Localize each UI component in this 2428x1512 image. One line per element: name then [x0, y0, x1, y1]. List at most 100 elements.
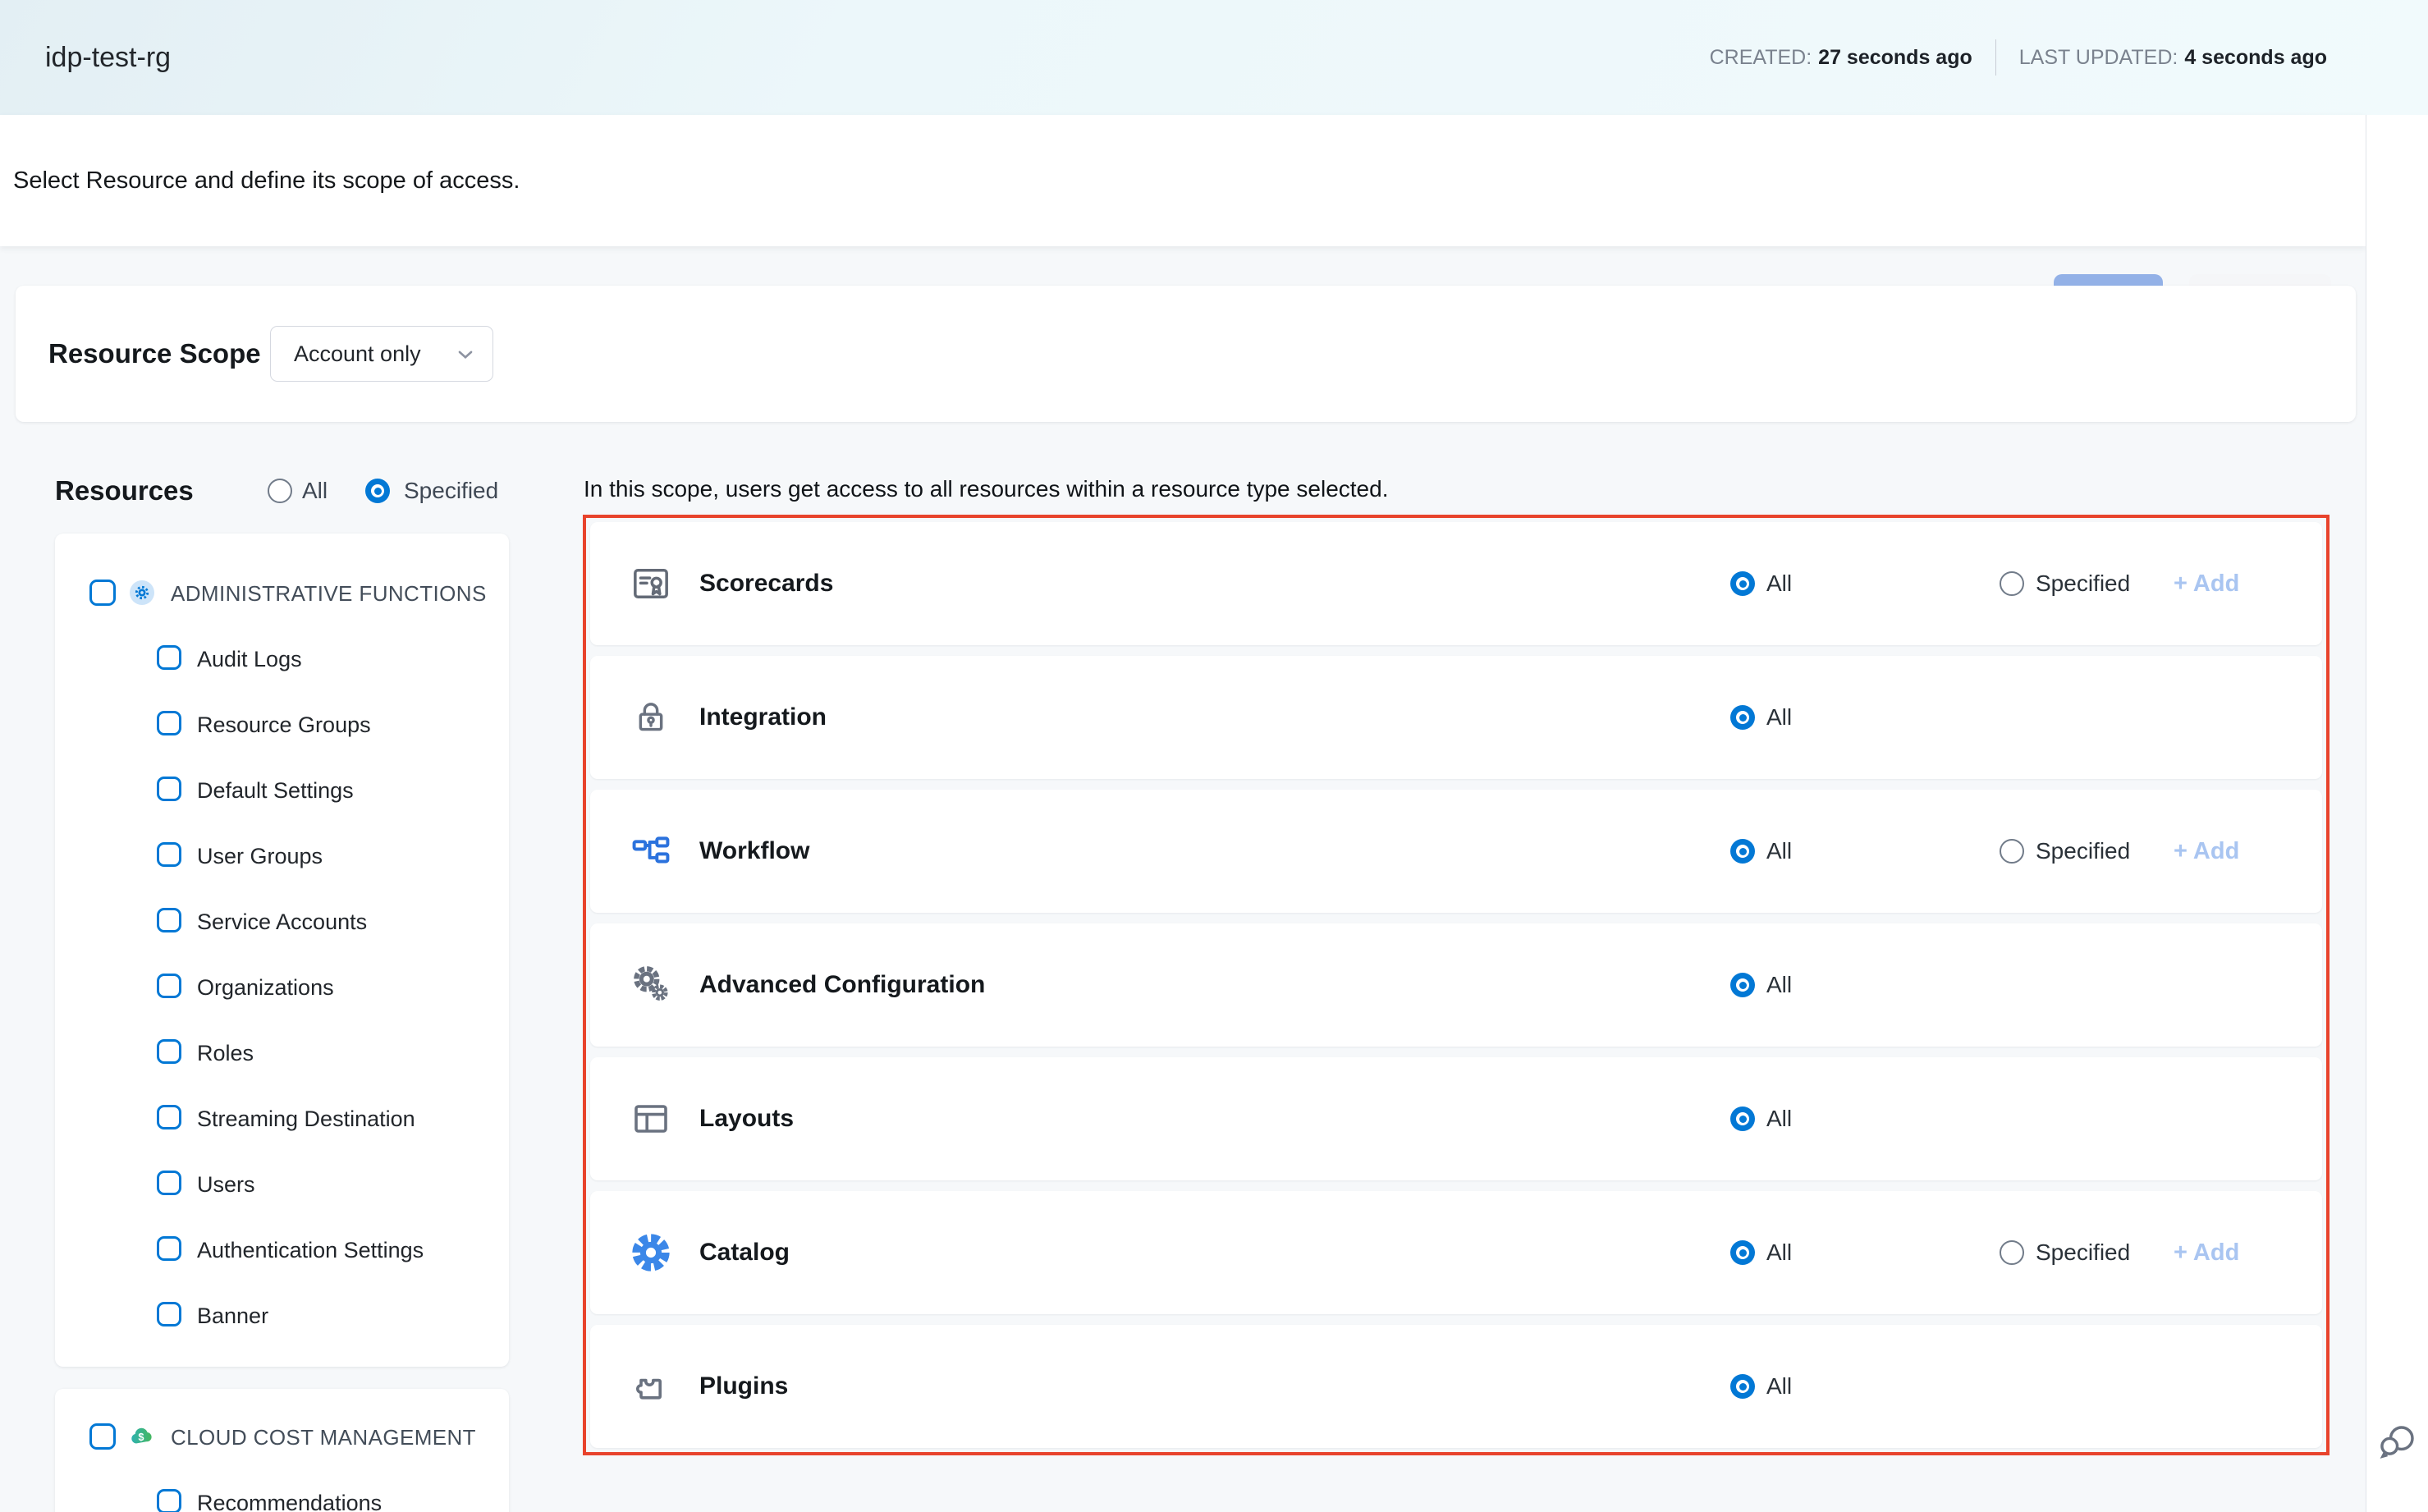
resources-specified-label[interactable]: Specified [404, 472, 498, 510]
workflow-icon [628, 828, 674, 874]
resource-scope-dropdown[interactable]: Account only [270, 326, 493, 382]
add-link[interactable]: + Add [2174, 1191, 2239, 1314]
gear-blue-icon [628, 1230, 674, 1276]
resource-row-integration: Integration All [590, 656, 2322, 779]
sidebar-item[interactable]: Default Settings [197, 778, 354, 804]
default-settings-checkbox[interactable] [157, 777, 181, 801]
resources-specified-radio[interactable] [365, 479, 390, 503]
page-header: idp-test-rg CREATED:27 seconds ago LAST … [0, 0, 2428, 116]
layout-icon [628, 1096, 674, 1142]
resource-groups-checkbox[interactable] [157, 711, 181, 735]
sidebar-item[interactable]: Service Accounts [197, 909, 367, 935]
resource-row-label: Advanced Configuration [699, 923, 985, 1047]
specified-radio[interactable] [2000, 571, 2024, 596]
sidebar-item[interactable]: Resource Groups [197, 712, 371, 738]
sidebar-group-admin: ADMINISTRATIVE FUNCTIONS Audit Logs Reso… [55, 534, 509, 1367]
specified-radio-label[interactable]: Specified [2036, 522, 2130, 645]
scorecard-icon [628, 561, 674, 607]
highlight-rectangle: Scorecards All Specified + Add Integrati… [583, 515, 2330, 1455]
all-radio[interactable] [1730, 1107, 1755, 1131]
all-radio-label[interactable]: All [1766, 1057, 1792, 1180]
action-bar: Select Resource and define its scope of … [0, 115, 2366, 246]
users-checkbox[interactable] [157, 1171, 181, 1195]
all-radio-label[interactable]: All [1766, 1191, 1792, 1314]
all-radio-label[interactable]: All [1766, 790, 1792, 913]
right-rail [2366, 115, 2428, 1512]
chat-feedback-icon[interactable] [2376, 1421, 2419, 1464]
action-bar-description: Select Resource and define its scope of … [13, 115, 520, 246]
sidebar-group-title: ADMINISTRATIVE FUNCTIONS [171, 581, 487, 607]
meta-divider [1995, 39, 1996, 76]
resources-all-label[interactable]: All [302, 472, 328, 510]
specified-radio[interactable] [2000, 1240, 2024, 1265]
updated-value: 4 seconds ago [2184, 46, 2327, 69]
header-meta: CREATED:27 seconds ago LAST UPDATED:4 se… [1710, 0, 2327, 115]
gears-icon [628, 962, 674, 1008]
specified-radio[interactable] [2000, 839, 2024, 864]
created-value: 27 seconds ago [1818, 46, 1972, 69]
resource-row-scorecards: Scorecards All Specified + Add [590, 522, 2322, 645]
organizations-checkbox[interactable] [157, 974, 181, 998]
resources-all-radio[interactable] [268, 479, 292, 503]
sidebar-item[interactable]: Streaming Destination [197, 1107, 415, 1132]
resource-row-label: Layouts [699, 1057, 794, 1180]
resource-row-label: Integration [699, 656, 827, 779]
sidebar-group-ccm: $ CLOUD COST MANAGEMENT Recommendations [55, 1389, 509, 1512]
sidebar-item[interactable]: Audit Logs [197, 647, 302, 672]
streaming-destination-checkbox[interactable] [157, 1105, 181, 1129]
resources-header: Resources All Specified [0, 472, 575, 510]
all-radio[interactable] [1730, 839, 1755, 864]
ccm-checkbox[interactable] [89, 1423, 116, 1450]
svg-text:$: $ [138, 1431, 144, 1443]
all-radio[interactable] [1730, 705, 1755, 730]
sidebar-item[interactable]: Roles [197, 1041, 254, 1066]
sidebar-item[interactable]: Authentication Settings [197, 1238, 424, 1263]
resource-row-layouts: Layouts All [590, 1057, 2322, 1180]
sidebar-item[interactable]: Recommendations [197, 1491, 382, 1512]
puzzle-icon [628, 1363, 674, 1409]
resource-row-plugins: Plugins All [590, 1325, 2322, 1448]
updated-label: LAST UPDATED:4 seconds ago [2019, 46, 2327, 70]
resource-row-catalog: Catalog All Specified + Add [590, 1191, 2322, 1314]
chevron-down-icon [451, 340, 479, 368]
service-accounts-checkbox[interactable] [157, 908, 181, 932]
resource-row-label: Catalog [699, 1191, 790, 1314]
all-radio[interactable] [1730, 1240, 1755, 1265]
add-link[interactable]: + Add [2174, 522, 2239, 645]
sidebar-item[interactable]: Banner [197, 1304, 268, 1329]
all-radio[interactable] [1730, 1374, 1755, 1399]
sidebar-item[interactable]: User Groups [197, 844, 323, 869]
lock-icon [628, 694, 674, 740]
sidebar-item[interactable]: Users [197, 1172, 255, 1198]
sidebar-item[interactable]: Organizations [197, 975, 334, 1001]
all-radio-label[interactable]: All [1766, 656, 1792, 779]
admin-functions-checkbox[interactable] [89, 580, 116, 606]
resource-row-label: Scorecards [699, 522, 833, 645]
recommendations-checkbox[interactable] [157, 1489, 181, 1512]
scope-note: In this scope, users get access to all r… [584, 470, 1979, 508]
resource-row-workflow: Workflow All Specified + Add [590, 790, 2322, 913]
cloud-dollar-icon: $ [128, 1423, 156, 1450]
resource-group-page: idp-test-rg CREATED:27 seconds ago LAST … [0, 0, 2428, 1512]
all-radio-label[interactable]: All [1766, 1325, 1792, 1448]
resource-scope-label: Resource Scope [48, 286, 261, 422]
resource-row-label: Plugins [699, 1325, 788, 1448]
add-link[interactable]: + Add [2174, 790, 2239, 913]
roles-checkbox[interactable] [157, 1039, 181, 1064]
gear-circle-icon [130, 580, 154, 605]
resource-scope-card: Resource Scope Account only [16, 286, 2356, 422]
all-radio[interactable] [1730, 571, 1755, 596]
page-title: idp-test-rg [45, 0, 171, 115]
audit-logs-checkbox[interactable] [157, 645, 181, 670]
user-groups-checkbox[interactable] [157, 842, 181, 867]
authentication-settings-checkbox[interactable] [157, 1236, 181, 1261]
resources-title: Resources [55, 472, 194, 510]
specified-radio-label[interactable]: Specified [2036, 1191, 2130, 1314]
all-radio-label[interactable]: All [1766, 522, 1792, 645]
sidebar-group-title: CLOUD COST MANAGEMENT [171, 1425, 476, 1450]
all-radio[interactable] [1730, 973, 1755, 997]
resource-row-advanced-configuration: Advanced Configuration All [590, 923, 2322, 1047]
banner-checkbox[interactable] [157, 1302, 181, 1326]
specified-radio-label[interactable]: Specified [2036, 790, 2130, 913]
all-radio-label[interactable]: All [1766, 923, 1792, 1047]
